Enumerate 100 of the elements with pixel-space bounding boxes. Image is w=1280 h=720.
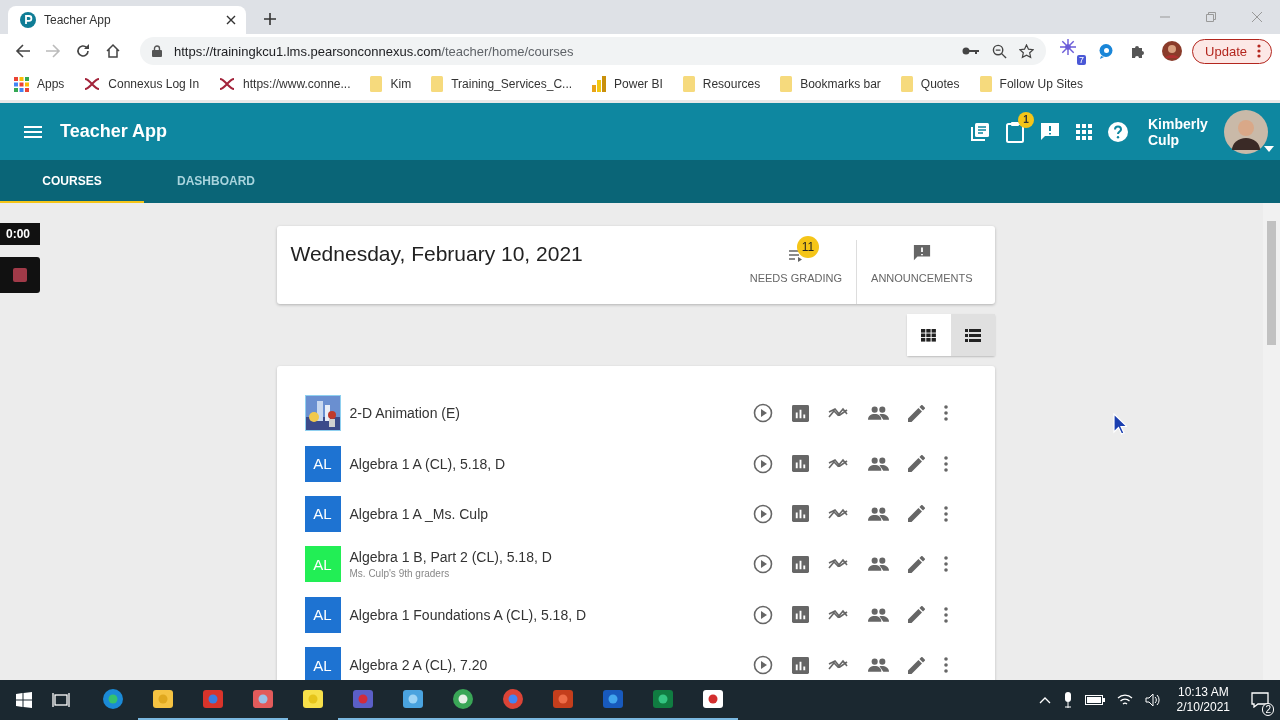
menu-icon[interactable] <box>24 125 42 138</box>
trend-icon[interactable] <box>828 456 849 471</box>
play-icon[interactable] <box>752 655 773 676</box>
notification-badge: 1 <box>1018 111 1034 128</box>
puzzle-icon[interactable] <box>1130 43 1147 59</box>
wifi-icon[interactable] <box>1116 693 1133 707</box>
bar-chart-icon[interactable] <box>791 606 809 624</box>
app-icon <box>352 688 374 710</box>
play-icon[interactable] <box>752 503 773 524</box>
bar-chart-icon[interactable] <box>791 404 809 422</box>
course-name[interactable]: Algebra 1 B, Part 2 (CL), 5.18, D <box>349 549 744 566</box>
library-icon[interactable] <box>970 121 990 142</box>
nav-tab[interactable]: COURSES <box>0 160 144 203</box>
more-vertical-icon[interactable] <box>944 606 949 623</box>
course-name[interactable]: Algebra 1 Foundations A (CL), 5.18, D <box>349 606 744 623</box>
more-vertical-icon[interactable] <box>944 556 949 573</box>
play-icon[interactable] <box>752 604 773 625</box>
people-icon[interactable] <box>867 557 889 572</box>
folder-icon <box>979 76 992 92</box>
list-view-button[interactable] <box>950 314 995 356</box>
grid-view-button[interactable] <box>906 314 951 356</box>
bookmark[interactable]: Training_Services_C... <box>431 76 573 92</box>
needs-grading-button[interactable]: 11 NEEDS GRADING <box>749 236 843 284</box>
bookmark[interactable]: Follow Up Sites <box>979 76 1083 92</box>
zoom-out-icon[interactable] <box>992 43 1008 59</box>
people-icon[interactable] <box>867 607 889 622</box>
user-name[interactable]: Kimberly Culp <box>1148 115 1218 148</box>
edit-icon[interactable] <box>908 656 926 674</box>
bookmark[interactable]: Quotes <box>900 76 960 92</box>
more-vertical-icon[interactable] <box>944 657 949 674</box>
speaker-icon[interactable] <box>1144 693 1161 707</box>
more-vertical-icon[interactable] <box>944 505 949 522</box>
edit-icon[interactable] <box>908 455 926 473</box>
reload-icon[interactable] <box>75 43 91 59</box>
people-icon[interactable] <box>867 456 889 471</box>
trend-icon[interactable] <box>828 607 849 622</box>
clipboard-icon[interactable] <box>1006 120 1024 143</box>
play-icon[interactable] <box>752 403 773 424</box>
notification-center-button[interactable]: 2 <box>1240 682 1280 718</box>
folder-icon <box>682 76 695 92</box>
bar-chart-icon[interactable] <box>791 505 809 523</box>
bar-chart-icon[interactable] <box>791 455 809 473</box>
caret-icon[interactable] <box>1264 145 1274 152</box>
bookmark[interactable]: Connexus Log In <box>84 77 200 91</box>
windows-start-icon[interactable] <box>16 692 32 708</box>
more-vertical-icon[interactable] <box>944 455 949 472</box>
bookmark[interactable]: Kim <box>370 76 412 92</box>
trend-icon[interactable] <box>828 506 849 521</box>
app-icon <box>552 688 574 710</box>
back-icon[interactable] <box>15 43 31 59</box>
app-icon <box>302 688 324 710</box>
user-avatar[interactable] <box>1224 109 1268 154</box>
star-icon[interactable] <box>1019 43 1035 59</box>
people-icon[interactable] <box>867 406 889 421</box>
course-name[interactable]: Algebra 1 A (CL), 5.18, D <box>349 455 744 472</box>
course-name[interactable]: 2-D Animation (E) <box>349 405 744 422</box>
chevron-up-icon[interactable] <box>1038 696 1051 704</box>
bar-chart-icon[interactable] <box>791 656 809 674</box>
course-name[interactable]: Algebra 2 A (CL), 7.20 <box>349 657 744 674</box>
bookmark[interactable]: Apps <box>14 76 65 92</box>
app-icon <box>252 688 274 710</box>
help-icon[interactable] <box>1108 121 1128 142</box>
nav-tab[interactable]: DASHBOARD <box>144 160 288 203</box>
update-button[interactable]: Update <box>1192 38 1272 64</box>
app-icon <box>602 688 624 710</box>
bookmark[interactable]: Resources <box>682 76 761 92</box>
stop-button[interactable] <box>0 257 40 293</box>
browser-tab[interactable]: Teacher App <box>8 6 246 34</box>
bookmark[interactable]: Bookmarks bar <box>780 76 881 92</box>
close-icon[interactable] <box>226 15 236 25</box>
app-icon <box>402 688 424 710</box>
taskbar-clock[interactable]: 10:13 AM 2/10/2021 <box>1176 685 1230 715</box>
profile-avatar[interactable] <box>1162 41 1183 61</box>
battery-icon[interactable] <box>1084 695 1105 705</box>
more-vertical-icon[interactable] <box>944 405 949 422</box>
edit-icon[interactable] <box>908 505 926 523</box>
scrollbar[interactable] <box>1263 203 1280 680</box>
home-icon[interactable] <box>105 43 121 59</box>
address-bar[interactable]: https://trainingkcu1.lms.pearsonconnexus.com/teacher/home/courses <box>140 37 1047 65</box>
bookmark[interactable]: https://www.conne... <box>219 77 351 91</box>
task-view-icon[interactable] <box>52 692 70 708</box>
people-icon[interactable] <box>867 506 889 521</box>
extension-button[interactable]: 7 <box>1058 37 1087 65</box>
people-icon[interactable] <box>867 658 889 673</box>
edit-icon[interactable] <box>908 404 926 422</box>
announcement-icon[interactable] <box>1040 121 1060 142</box>
edit-icon[interactable] <box>908 606 926 624</box>
chat-bubble-icon[interactable] <box>1098 43 1115 59</box>
play-icon[interactable] <box>752 453 773 474</box>
course-name[interactable]: Algebra 1 A _Ms. Culp <box>349 505 744 522</box>
bookmark[interactable]: Power BI <box>592 76 663 92</box>
key-icon[interactable] <box>962 46 981 56</box>
bar-chart-icon[interactable] <box>791 555 809 573</box>
edit-icon[interactable] <box>908 555 926 573</box>
microphone-icon[interactable] <box>1062 692 1073 708</box>
announcements-button[interactable]: ANNOUNCEMENTS <box>871 236 973 284</box>
apps-grid-icon[interactable] <box>1076 123 1092 140</box>
plus-icon[interactable] <box>264 13 276 25</box>
play-icon[interactable] <box>752 554 773 575</box>
folder-icon <box>431 76 444 92</box>
